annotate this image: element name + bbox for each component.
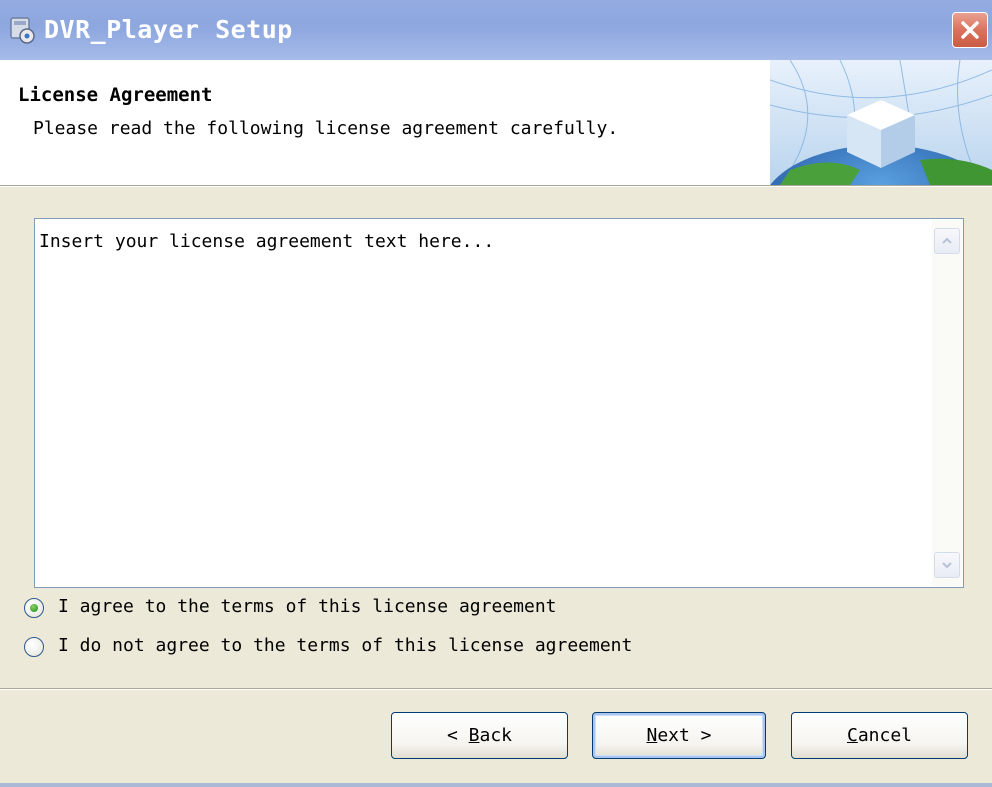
banner-divider xyxy=(0,186,992,187)
setup-dialog: DVR_Player Setup License Agreement Pleas… xyxy=(0,0,992,787)
next-mnemonic: N xyxy=(646,725,658,746)
back-label-rest: ack xyxy=(479,725,513,746)
cancel-label-rest: ancel xyxy=(857,725,913,746)
close-icon xyxy=(961,21,979,39)
agree-radio[interactable] xyxy=(24,598,44,618)
header-banner: License Agreement Please read the follow… xyxy=(0,60,992,186)
disagree-radio[interactable] xyxy=(24,637,44,657)
back-prefix: < xyxy=(446,725,469,746)
close-button[interactable] xyxy=(952,12,988,48)
radio-selected-dot xyxy=(30,604,38,612)
scroll-down-button[interactable] xyxy=(934,552,960,578)
title-bar[interactable]: DVR_Player Setup xyxy=(0,0,992,60)
installer-icon xyxy=(8,15,38,45)
back-button[interactable]: < Back xyxy=(391,712,568,759)
chevron-up-icon xyxy=(942,237,952,244)
window-title: DVR_Player Setup xyxy=(44,15,293,44)
footer-divider-highlight xyxy=(0,689,992,690)
window-bottom-border xyxy=(0,783,992,787)
next-button[interactable]: Next > xyxy=(592,712,766,759)
next-label-rest: ext xyxy=(657,725,690,746)
license-text-area[interactable]: Insert your license agreement text here.… xyxy=(34,218,964,588)
disagree-label[interactable]: I do not agree to the terms of this lice… xyxy=(58,635,632,656)
globe-cube-graphic xyxy=(770,60,992,185)
cancel-button[interactable]: Cancel xyxy=(791,712,968,759)
chevron-down-icon xyxy=(942,562,952,569)
agree-label[interactable]: I agree to the terms of this license agr… xyxy=(58,596,557,617)
scroll-up-button[interactable] xyxy=(934,228,960,254)
page-title: License Agreement xyxy=(18,84,213,106)
back-mnemonic: B xyxy=(468,725,480,746)
cancel-mnemonic: C xyxy=(846,725,858,746)
license-text: Insert your license agreement text here.… xyxy=(39,231,495,252)
vertical-scrollbar[interactable] xyxy=(932,220,962,586)
page-subtitle: Please read the following license agreem… xyxy=(33,118,619,139)
next-suffix: > xyxy=(689,725,712,746)
